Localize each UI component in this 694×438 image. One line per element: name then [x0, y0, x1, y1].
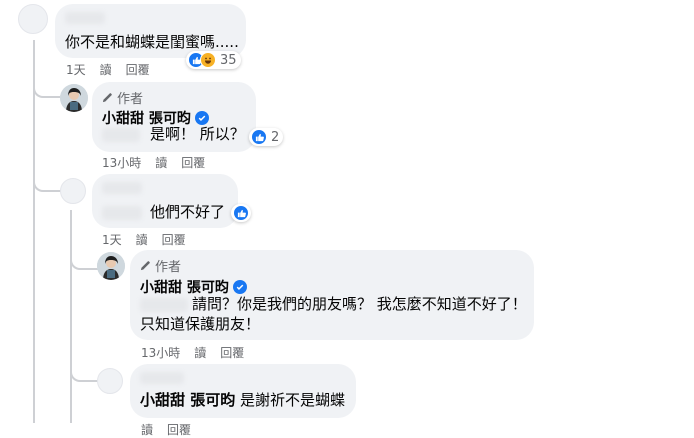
comment-actions: 13小時 讀 回覆: [102, 154, 205, 171]
timestamp[interactable]: 13小時: [102, 154, 141, 171]
haha-reaction-icon: [200, 52, 216, 68]
comment-actions: 1天 讀 回覆: [66, 61, 150, 78]
comment-text-line-2: 只知道保護朋友！: [140, 315, 261, 333]
reply-button[interactable]: 回覆: [162, 231, 186, 248]
thread-elbow-3: [70, 240, 98, 270]
reply-button[interactable]: 回覆: [167, 421, 191, 438]
comment-bubble: 他們不好了: [92, 174, 238, 228]
author-avatar[interactable]: [60, 84, 88, 112]
author-badge: 作者: [140, 256, 181, 275]
timestamp[interactable]: 13小時: [141, 344, 180, 361]
read-button[interactable]: 讀: [100, 61, 112, 78]
pencil-icon: [140, 261, 150, 271]
comment-text: 他們不好了: [150, 203, 226, 221]
reaction-summary[interactable]: 35: [186, 51, 241, 69]
comment-actions: 1天 讀 回覆: [102, 231, 186, 248]
reaction-summary[interactable]: [231, 204, 251, 222]
avatar[interactable]: [60, 178, 86, 204]
comment-bubble: 小甜甜 張可昀 是謝祈不是蝴蝶: [130, 364, 356, 418]
comment-body: 是謝祈不是蝴蝶: [240, 391, 346, 409]
like-reaction-icon: [251, 129, 267, 145]
verified-badge-icon: [194, 111, 209, 125]
read-button[interactable]: 讀: [136, 231, 148, 248]
author-badge: 作者: [102, 88, 143, 107]
avatar[interactable]: [97, 368, 123, 394]
author-avatar[interactable]: [97, 252, 125, 280]
reply-button[interactable]: 回覆: [181, 154, 205, 171]
thread-elbow-4: [70, 340, 98, 382]
author-label: 作者: [155, 260, 182, 275]
comment-text: 是啊！ 所以？: [150, 125, 245, 143]
comment-text-line-1: 請問？你是我們的朋友嗎？ 我怎麼不知道不好了！: [192, 295, 527, 313]
redacted-mention[interactable]: [102, 206, 142, 220]
pencil-icon: [102, 93, 112, 103]
read-button[interactable]: 讀: [194, 344, 206, 361]
reply-button[interactable]: 回覆: [126, 61, 150, 78]
reaction-count: 2: [271, 129, 280, 145]
redacted-username[interactable]: [140, 372, 184, 384]
mentioned-user[interactable]: 小甜甜 張可昀: [140, 391, 235, 409]
verified-badge-icon: [232, 280, 247, 294]
author-label: 作者: [117, 92, 144, 107]
like-reaction-icon: [233, 205, 249, 221]
redacted-mention[interactable]: [140, 298, 188, 312]
comment-text: 小甜甜 張可昀 是謝祈不是蝴蝶: [140, 390, 345, 410]
comment-bubble: 你不是和蝴蝶是閨蜜嗎.....: [55, 4, 246, 58]
comment-actions: 讀 回覆: [141, 421, 191, 438]
redacted-mention[interactable]: [102, 128, 140, 142]
redacted-username[interactable]: [65, 12, 105, 24]
comment-text: 你不是和蝴蝶是閨蜜嗎.....: [65, 33, 239, 51]
thread-elbow-2: [33, 150, 61, 192]
comment-bubble: 作者 小甜甜 張可昀 是啊！ 所以？: [92, 82, 256, 152]
thread-elbow-1: [33, 68, 61, 98]
thread-line-main: [33, 40, 35, 423]
reply-button[interactable]: 回覆: [220, 344, 244, 361]
avatar[interactable]: [18, 4, 48, 34]
timestamp[interactable]: 1天: [102, 231, 122, 248]
read-button[interactable]: 讀: [155, 154, 167, 171]
timestamp[interactable]: 1天: [66, 61, 86, 78]
comment-bubble: 作者 小甜甜 張可昀 請問？你是我們的朋友嗎？ 我怎麼不知道不好了！ 只知道保護…: [130, 250, 534, 340]
read-button[interactable]: 讀: [141, 421, 153, 438]
comment-actions: 13小時 讀 回覆: [141, 344, 244, 361]
reaction-count: 35: [220, 52, 237, 68]
reaction-summary[interactable]: 2: [249, 128, 284, 146]
redacted-username[interactable]: [102, 182, 142, 194]
